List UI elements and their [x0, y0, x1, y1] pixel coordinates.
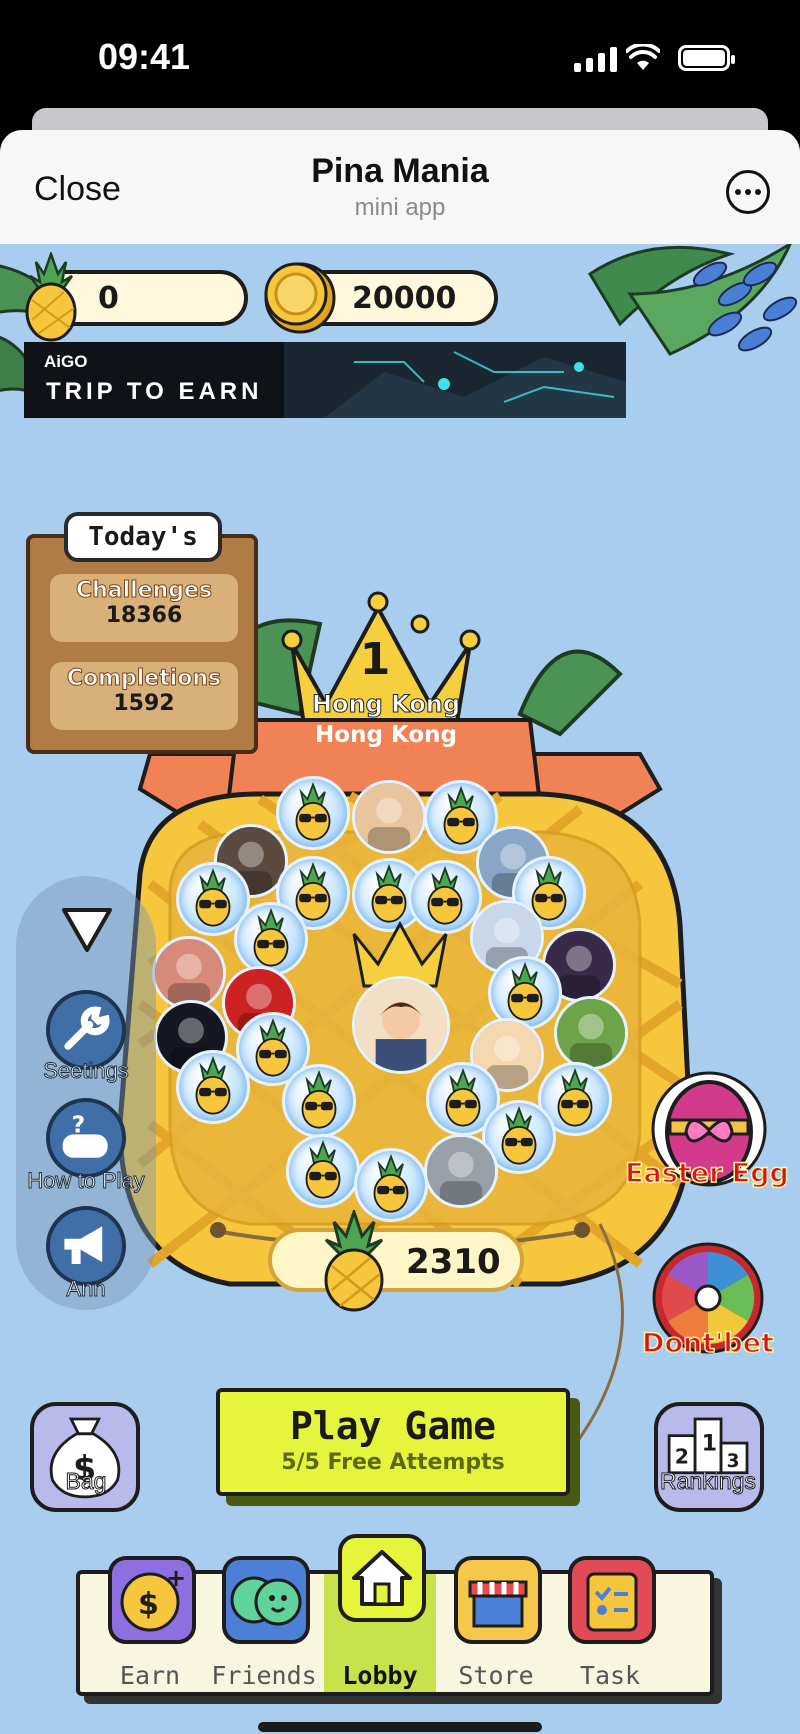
challenges-value: 18366: [105, 603, 183, 628]
dont-bet-label[interactable]: Dont'bet: [618, 1327, 798, 1360]
free-attempts-label: 5/5 Free Attempts: [281, 1450, 505, 1475]
challenges-stat: Challenges 18366: [50, 574, 238, 642]
completions-value: 1592: [113, 691, 175, 716]
score-pineapple-icon: [324, 1210, 384, 1312]
leader-region: Hong Kong: [315, 722, 457, 748]
today-stats-board: Today's Challenges 18366 Completions 159…: [26, 512, 258, 754]
bottom-navigation: $ + Earn Friends Lobby Store Task: [76, 1534, 714, 1696]
bag-label[interactable]: Bag: [16, 1468, 156, 1495]
rankings-label[interactable]: Rankings: [638, 1468, 778, 1495]
leader-avatar[interactable]: [352, 976, 450, 1074]
banner-slogan: TRIP TO EARN: [46, 378, 263, 405]
nav-store[interactable]: Store: [440, 1556, 552, 1692]
player-avatar-bubble[interactable]: [152, 936, 226, 1010]
play-game-label: Play Game: [290, 1404, 496, 1448]
leader-rank: 1: [359, 634, 391, 685]
svg-text:$: $: [138, 1587, 159, 1622]
game-area: 0 20000 AiGO TRIP TO EARN 1 Hong Kong Ho…: [0, 244, 800, 1734]
svg-text:2: 2: [675, 1444, 689, 1468]
battery-icon: [678, 45, 735, 71]
pineapple-avatar-bubble[interactable]: [286, 1134, 360, 1208]
announcement-button[interactable]: [46, 1206, 126, 1286]
mini-app-header: Close Pina Mania mini app: [0, 130, 800, 244]
score-value: 2310: [406, 1242, 501, 1282]
completions-label: Completions: [66, 666, 222, 692]
gold-coin-icon: [264, 262, 336, 334]
player-avatar-bubble[interactable]: [352, 780, 426, 854]
svg-text:1: 1: [702, 1431, 717, 1457]
app-title: Pina Mania: [311, 152, 489, 190]
pineapple-avatar-bubble[interactable]: [176, 1050, 250, 1124]
wifi-icon: [626, 44, 660, 70]
nav-lobby-label: Lobby: [342, 1661, 418, 1690]
rankings-button[interactable]: 2 1 3: [654, 1402, 764, 1512]
pineapple-avatar-bubble[interactable]: [276, 776, 350, 850]
player-avatar-bubble[interactable]: [424, 1134, 498, 1208]
today-title: Today's: [64, 512, 222, 562]
how-to-play-button[interactable]: ?: [46, 1098, 126, 1178]
status-bar: 09:41: [0, 0, 800, 120]
side-menu-panel: Seetings ? How to Play Ann: [16, 876, 156, 1310]
home-icon: [338, 1534, 426, 1622]
collapse-triangle-icon[interactable]: [60, 906, 114, 954]
pineapple-balance-value: 0: [98, 280, 119, 316]
banner-brand: AiGO: [44, 352, 88, 371]
coin-balance-value: 20000: [352, 280, 457, 316]
score-display: 2310: [268, 1228, 524, 1292]
store-icon: [454, 1556, 542, 1644]
nav-friends[interactable]: Friends: [208, 1556, 320, 1692]
easter-egg-label[interactable]: Easter Egg: [612, 1157, 800, 1190]
nav-earn-label: Earn: [119, 1661, 181, 1690]
wrench-icon: [64, 1006, 110, 1050]
svg-text:?: ?: [72, 1111, 86, 1139]
pineapple-avatar-bubble[interactable]: [234, 902, 308, 976]
earn-coin-icon: $ +: [108, 1556, 196, 1644]
completions-stat: Completions 1592: [50, 662, 238, 730]
settings-label[interactable]: Seetings: [6, 1058, 166, 1084]
challenges-label: Challenges: [75, 578, 213, 604]
leader-name: Hong Kong: [311, 690, 461, 719]
home-indicator: [258, 1722, 542, 1732]
app-subtitle: mini app: [354, 194, 446, 221]
nav-lobby[interactable]: Lobby: [324, 1534, 436, 1692]
trip-to-earn-banner[interactable]: AiGO TRIP TO EARN: [24, 342, 626, 418]
announcement-label[interactable]: Ann: [6, 1276, 166, 1302]
megaphone-icon: [64, 1226, 103, 1264]
cellular-signal-icon: [574, 46, 617, 72]
svg-text:+: +: [166, 1564, 186, 1592]
how-to-play-label[interactable]: How to Play: [6, 1168, 166, 1194]
status-time: 09:41: [98, 36, 191, 77]
gamepad-question-icon: ?: [62, 1111, 108, 1158]
nav-friends-label: Friends: [211, 1661, 317, 1690]
ellipsis-circle-icon[interactable]: [726, 170, 770, 214]
pineapple-icon: [25, 252, 77, 342]
nav-store-label: Store: [458, 1661, 534, 1690]
task-clipboard-icon: [568, 1556, 656, 1644]
nav-earn[interactable]: $ + Earn: [94, 1556, 206, 1692]
nav-task[interactable]: Task: [554, 1556, 666, 1692]
nav-task-label: Task: [579, 1661, 641, 1690]
friends-icon: [222, 1556, 310, 1644]
pineapple-avatar-bubble[interactable]: [282, 1064, 356, 1138]
player-avatar-bubble[interactable]: [554, 996, 628, 1070]
bag-button[interactable]: $: [30, 1402, 140, 1512]
play-game-button[interactable]: Play Game 5/5 Free Attempts: [216, 1388, 570, 1496]
